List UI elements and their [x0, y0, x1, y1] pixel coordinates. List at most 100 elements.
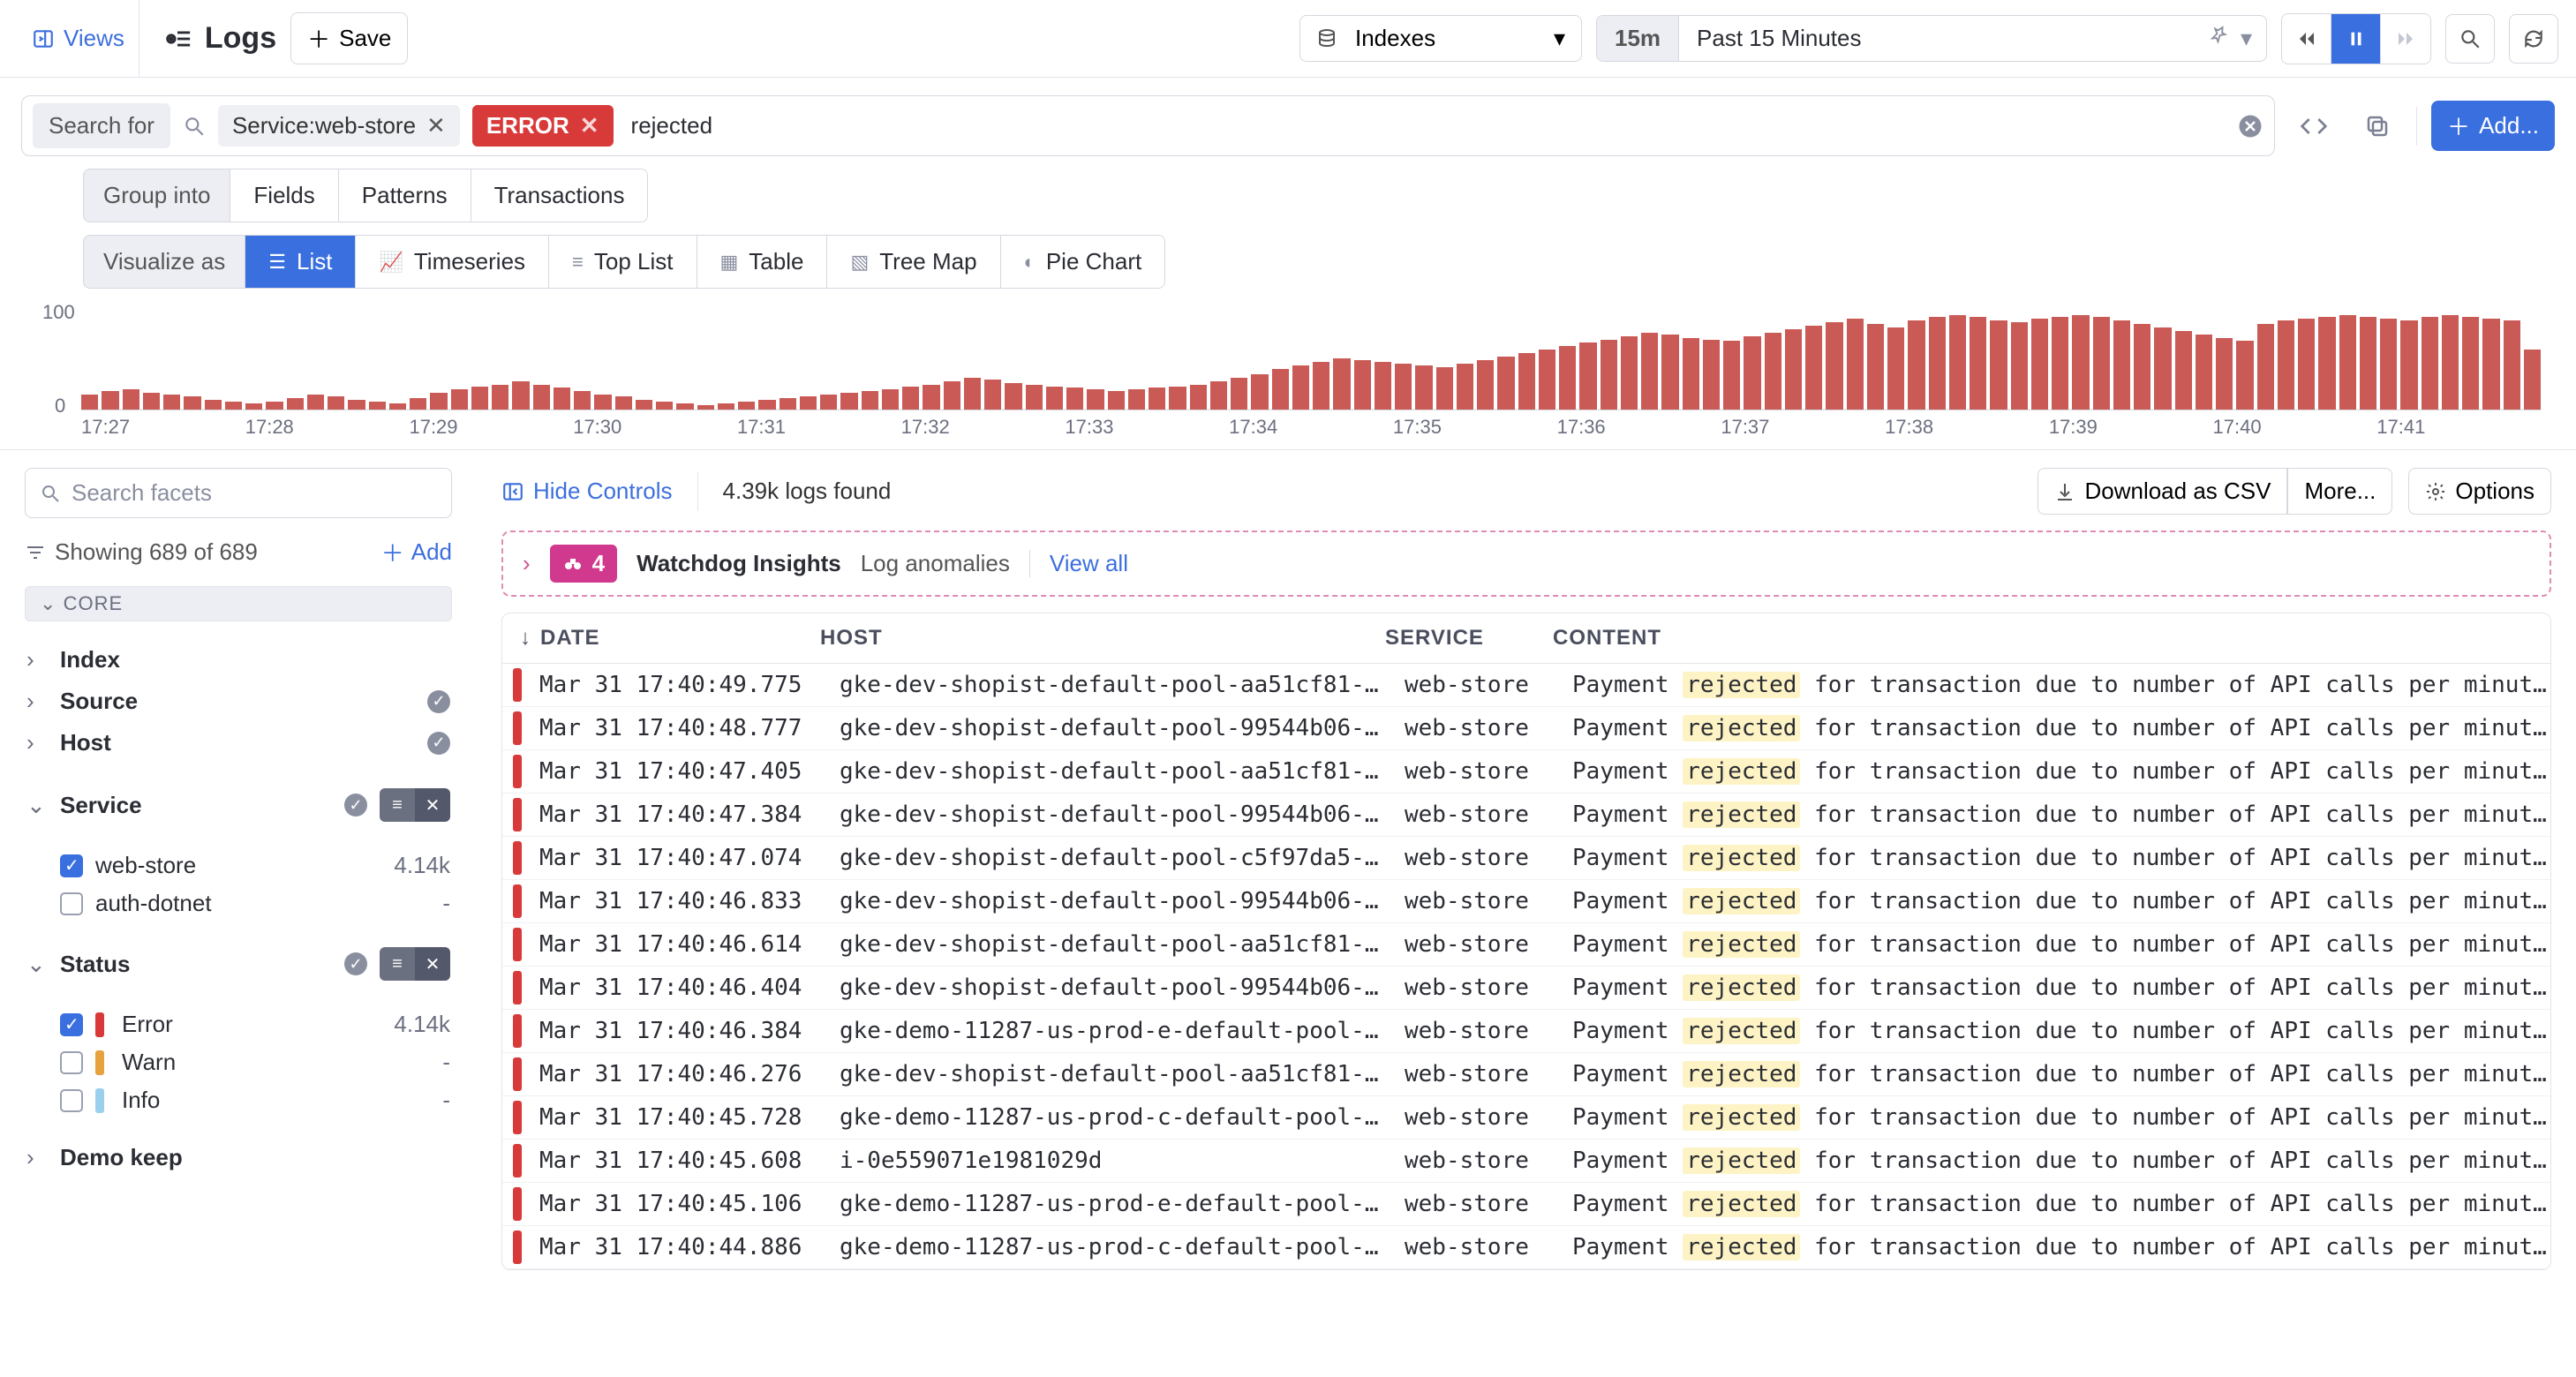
histogram-bar[interactable]	[1579, 342, 1596, 410]
histogram-bar[interactable]	[2422, 317, 2438, 410]
table-row[interactable]: Mar 31 17:40:44.886gke-demo-11287-us-pro…	[502, 1226, 2550, 1269]
histogram-bar[interactable]	[923, 385, 939, 410]
chevron-right-icon[interactable]: ›	[523, 550, 531, 577]
facet-filter-icon[interactable]: ≡	[380, 947, 415, 981]
histogram-bar[interactable]	[2236, 341, 2253, 410]
histogram-bar[interactable]	[1210, 381, 1227, 410]
hide-controls-button[interactable]: Hide Controls	[501, 478, 673, 505]
histogram-bar[interactable]	[184, 396, 200, 410]
facet-index[interactable]: ›Index	[25, 639, 452, 681]
histogram-bar[interactable]	[143, 393, 160, 410]
histogram-bar[interactable]	[2380, 319, 2397, 410]
facet-value-warn[interactable]: Warn-	[25, 1043, 452, 1081]
indexes-dropdown[interactable]: Indexes ▾	[1299, 15, 1582, 62]
histogram-bar[interactable]	[492, 385, 508, 410]
histogram-bar[interactable]	[2216, 338, 2233, 410]
histogram-bar[interactable]	[1005, 383, 1021, 410]
viz-opt-table[interactable]: ▦Table	[697, 236, 828, 288]
histogram-bar[interactable]	[1497, 357, 1514, 410]
views-link[interactable]: Views	[18, 0, 139, 77]
facet-clear-icon[interactable]: ✕	[415, 947, 450, 981]
search-text[interactable]: rejected	[626, 112, 2226, 139]
add-button[interactable]: ＋ Add...	[2431, 101, 2555, 151]
histogram-bar[interactable]	[1641, 333, 1658, 410]
histogram-bar[interactable]	[902, 387, 919, 410]
histogram-bar[interactable]	[2113, 320, 2130, 410]
histogram-bar[interactable]	[1231, 378, 1247, 410]
histogram-bar[interactable]	[307, 395, 324, 410]
histogram-bar[interactable]	[984, 380, 1001, 410]
histogram-bar[interactable]	[2298, 319, 2315, 410]
zoom-button[interactable]	[2445, 14, 2495, 64]
histogram-bar[interactable]	[2154, 327, 2171, 410]
histogram-bar[interactable]	[944, 381, 960, 410]
facet-value-auth-dotnet[interactable]: auth-dotnet-	[25, 884, 452, 922]
checkbox[interactable]	[60, 892, 83, 915]
histogram-bar[interactable]	[2462, 317, 2479, 410]
histogram-bar[interactable]	[1046, 387, 1063, 410]
col-service[interactable]: SERVICE	[1385, 626, 1535, 651]
histogram-bar[interactable]	[1436, 367, 1453, 410]
histogram-bar[interactable]	[1477, 360, 1494, 410]
histogram-bar[interactable]	[1703, 340, 1720, 411]
pause-button[interactable]	[2331, 14, 2381, 64]
histogram-bar[interactable]	[2442, 315, 2459, 410]
histogram-bar[interactable]	[1354, 360, 1371, 410]
histogram-bar[interactable]	[1601, 340, 1617, 411]
checkbox[interactable]	[60, 1013, 83, 1036]
histogram-bar[interactable]	[1415, 365, 1432, 410]
histogram-bar[interactable]	[1292, 365, 1309, 410]
histogram-bar[interactable]	[1826, 322, 1842, 410]
table-row[interactable]: Mar 31 17:40:46.404gke-dev-shopist-defau…	[502, 967, 2550, 1010]
facet-status[interactable]: ⌄ Status ✓ ≡ ✕	[25, 940, 452, 988]
facet-value-error[interactable]: Error4.14k	[25, 1005, 452, 1043]
filter-pill-service[interactable]: Service:web-store ✕	[218, 105, 460, 147]
histogram-bar[interactable]	[1149, 388, 1165, 410]
histogram-bar[interactable]	[594, 395, 611, 410]
facet-value-web-store[interactable]: web-store4.14k	[25, 847, 452, 884]
table-row[interactable]: Mar 31 17:40:46.276gke-dev-shopist-defau…	[502, 1053, 2550, 1096]
col-host[interactable]: HOST	[820, 626, 1367, 651]
options-button[interactable]: Options	[2408, 468, 2551, 515]
histogram-bar[interactable]	[2257, 324, 2274, 410]
histogram-bar[interactable]	[2360, 317, 2376, 410]
histogram-bar[interactable]	[1847, 319, 1864, 410]
more-button[interactable]: More...	[2287, 468, 2392, 515]
histogram-bar[interactable]	[1970, 317, 1986, 410]
histogram-bar[interactable]	[287, 398, 304, 410]
forward-button[interactable]	[2381, 14, 2430, 64]
code-icon[interactable]	[2289, 102, 2339, 151]
rewind-button[interactable]	[2282, 14, 2331, 64]
table-row[interactable]: Mar 31 17:40:45.608i-0e559071e1981029dwe…	[502, 1140, 2550, 1183]
histogram-bar[interactable]	[1621, 336, 1638, 410]
table-row[interactable]: Mar 31 17:40:45.728gke-demo-11287-us-pro…	[502, 1096, 2550, 1140]
histogram-bar[interactable]	[2318, 317, 2335, 410]
clear-search-icon[interactable]	[2237, 113, 2263, 139]
histogram-bar[interactable]	[328, 396, 344, 410]
table-row[interactable]: Mar 31 17:40:46.833gke-dev-shopist-defau…	[502, 880, 2550, 923]
histogram-bar[interactable]	[1395, 364, 1412, 410]
facet-value-info[interactable]: Info-	[25, 1081, 452, 1119]
histogram-bar[interactable]	[574, 391, 591, 410]
histogram-bar[interactable]	[862, 391, 878, 410]
histogram-bar[interactable]	[81, 395, 98, 410]
histogram-bar[interactable]	[2175, 331, 2192, 410]
histogram-bar[interactable]	[2011, 322, 2028, 410]
histogram-bar[interactable]	[1785, 329, 1802, 410]
histogram-bar[interactable]	[800, 396, 817, 410]
histogram-bar[interactable]	[554, 388, 570, 410]
histogram-bar[interactable]	[102, 391, 118, 410]
histogram-bar[interactable]	[1457, 364, 1473, 410]
histogram-bar[interactable]	[1683, 338, 1699, 410]
histogram-bar[interactable]	[1066, 388, 1083, 410]
filter-pill-error[interactable]: ERROR ✕	[472, 105, 614, 147]
histogram-bar[interactable]	[2504, 320, 2520, 410]
histogram-bar[interactable]	[512, 381, 529, 410]
table-row[interactable]: Mar 31 17:40:46.384gke-demo-11287-us-pro…	[502, 1010, 2550, 1053]
refresh-button[interactable]	[2509, 14, 2558, 64]
table-row[interactable]: Mar 31 17:40:47.405gke-dev-shopist-defau…	[502, 750, 2550, 794]
table-row[interactable]: Mar 31 17:40:47.384gke-dev-shopist-defau…	[502, 794, 2550, 837]
histogram-bar[interactable]	[1990, 320, 2007, 410]
facet-filter-icon[interactable]: ≡	[380, 788, 415, 822]
histogram-bar[interactable]	[410, 398, 426, 410]
